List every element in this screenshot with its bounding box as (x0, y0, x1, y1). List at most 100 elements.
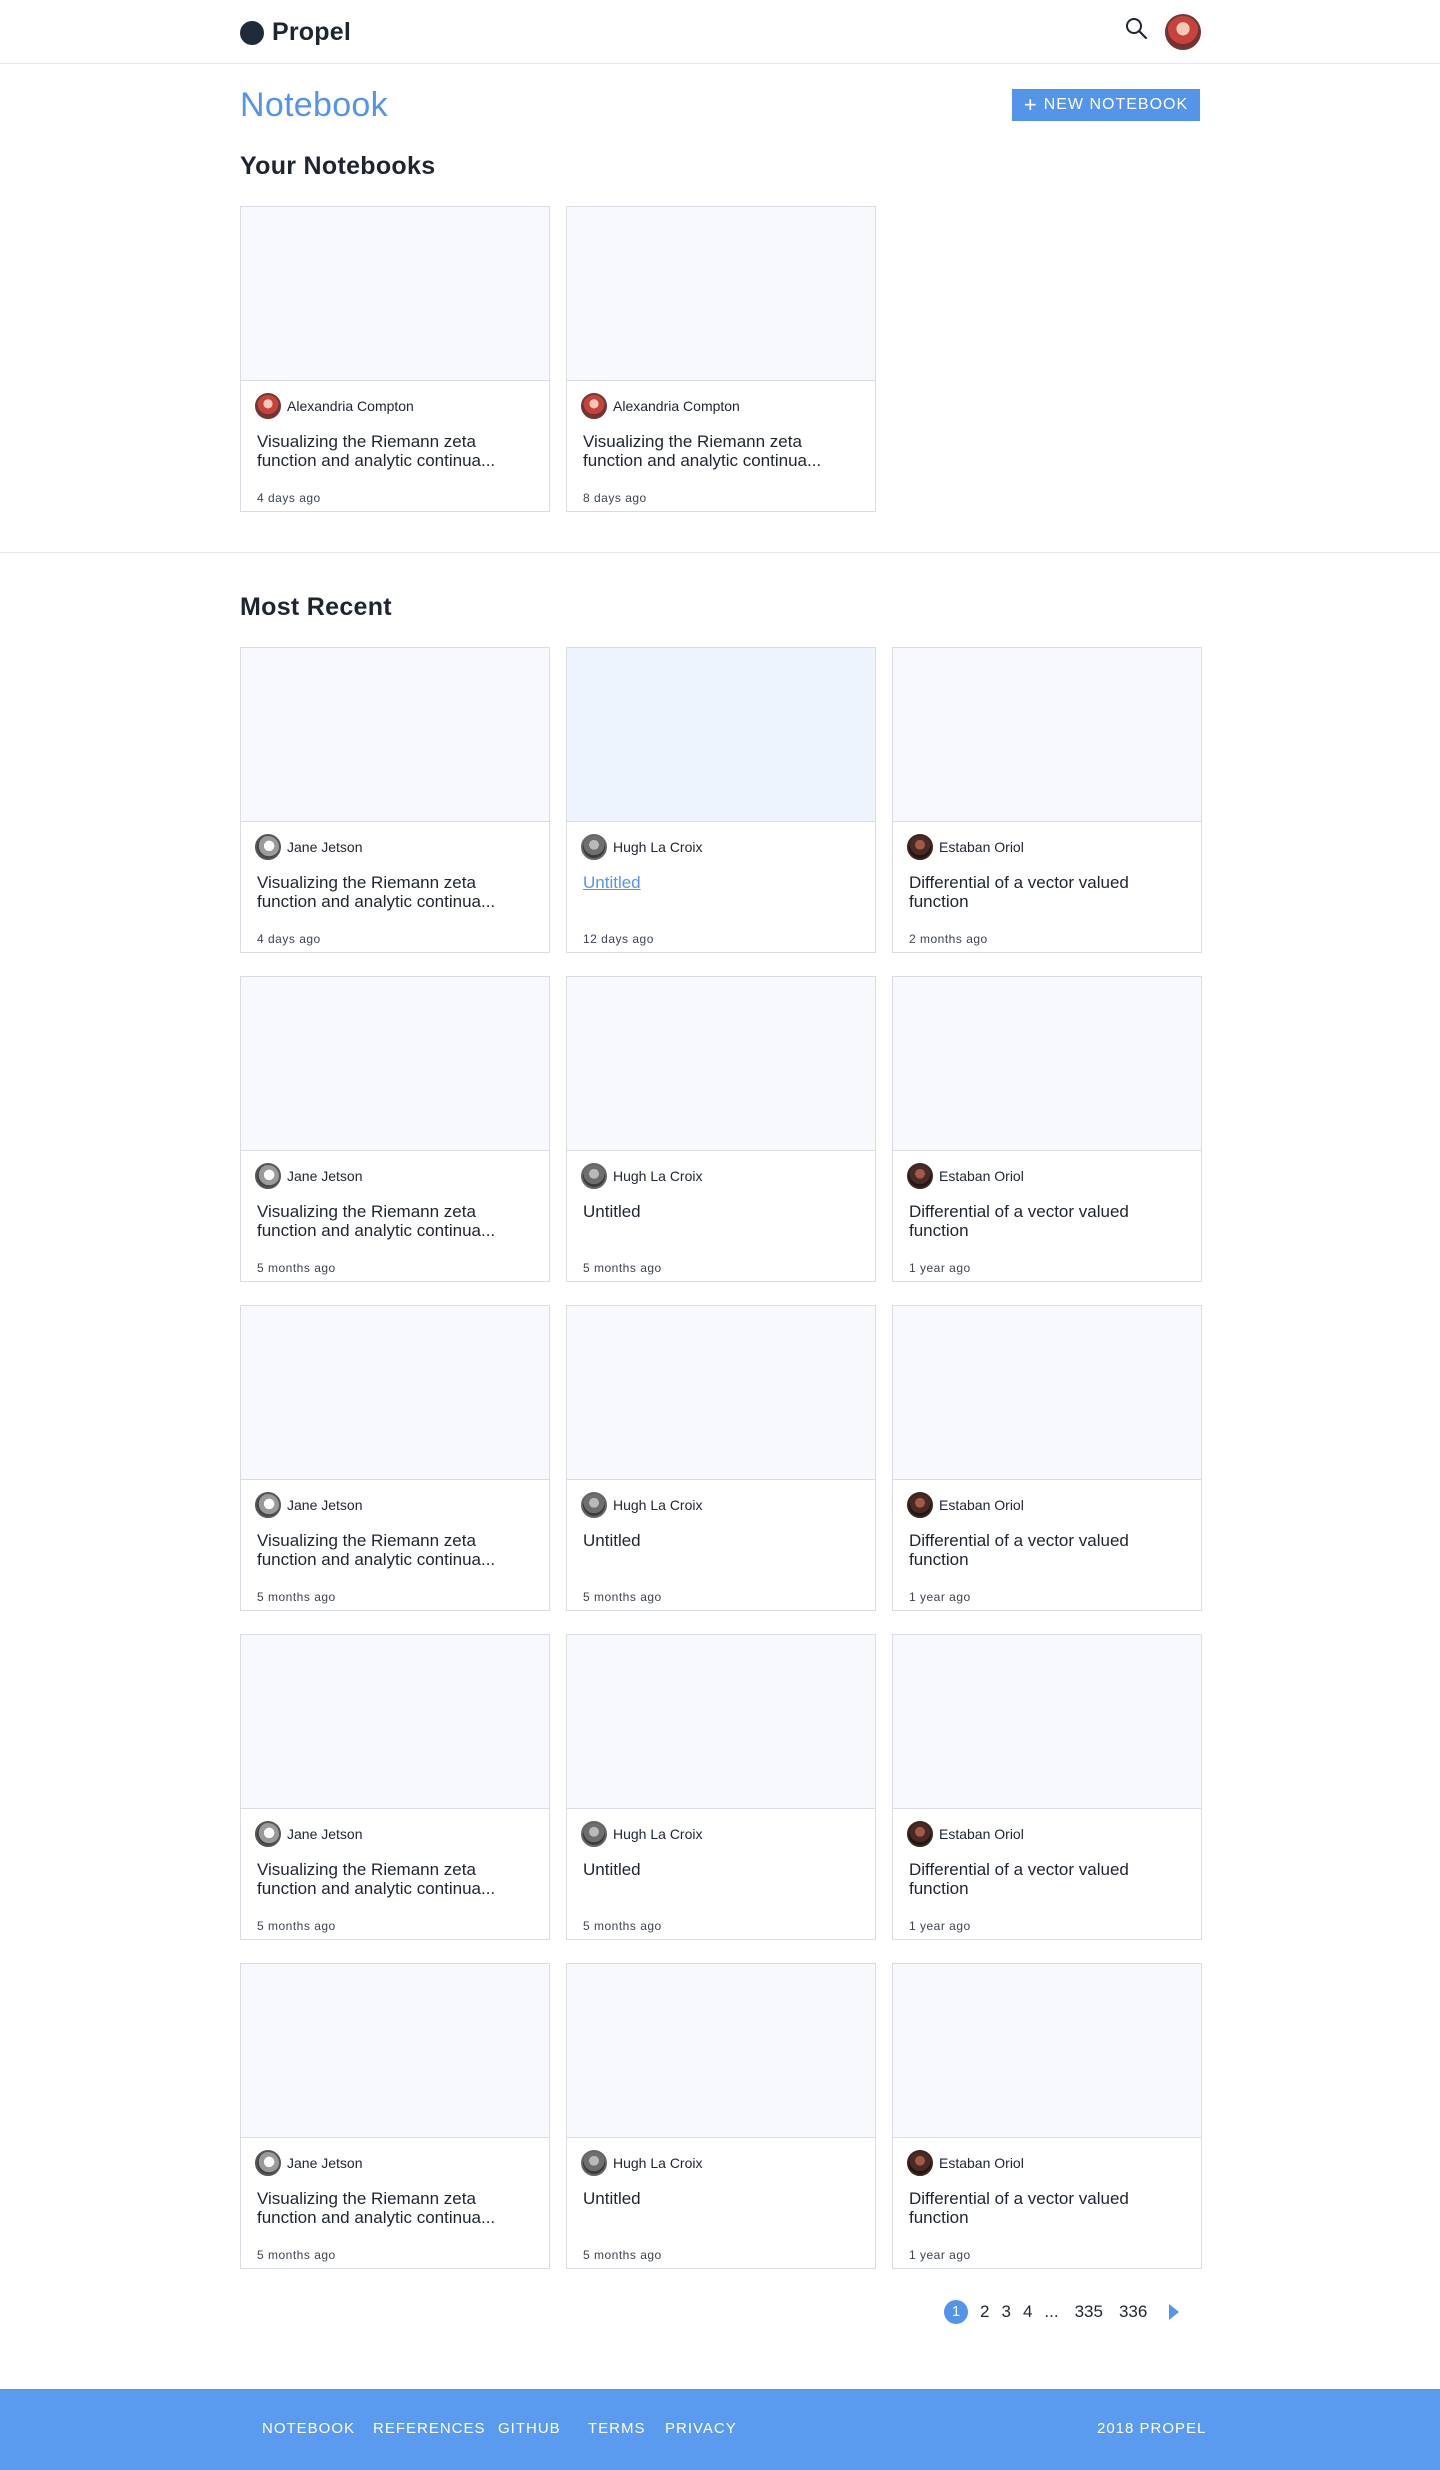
notebook-timestamp: 12 days ago (583, 932, 654, 946)
notebook-card[interactable]: Jane Jetson Visualizing the Riemann zeta … (240, 976, 550, 1282)
notebook-title[interactable]: Differential of a vector valued function (909, 1860, 1179, 1898)
card-author[interactable]: Estaban Oriol (907, 1821, 1024, 1847)
notebook-card[interactable]: Alexandria Compton Visualizing the Rieman… (566, 206, 876, 512)
card-author[interactable]: Estaban Oriol (907, 2150, 1024, 2176)
page-link-2[interactable]: 2 (980, 2302, 989, 2322)
notebook-title[interactable]: Differential of a vector valued function (909, 873, 1179, 911)
brand-name: Propel (272, 18, 351, 46)
author-name: Jane Jetson (287, 839, 363, 855)
search-icon[interactable] (1124, 16, 1150, 42)
notebook-card[interactable]: Jane Jetson Visualizing the Riemann zeta … (240, 1305, 550, 1611)
notebook-card[interactable]: Hugh La Croix Untitled 5 months ago (566, 976, 876, 1282)
notebook-title[interactable]: Visualizing the Riemann zeta function an… (257, 2189, 527, 2227)
card-author[interactable]: Jane Jetson (255, 1492, 363, 1518)
author-avatar (581, 1163, 607, 1189)
notebook-title[interactable]: Untitled (583, 1202, 853, 1221)
page-link-4[interactable]: 4 (1023, 2302, 1032, 2322)
card-author[interactable]: Jane Jetson (255, 1163, 363, 1189)
author-avatar (255, 834, 281, 860)
notebook-thumbnail (567, 1306, 875, 1480)
notebook-title[interactable]: Differential of a vector valued function (909, 1531, 1179, 1569)
notebook-card[interactable]: Alexandria Compton Visualizing the Rieman… (240, 206, 550, 512)
notebook-title[interactable]: Untitled (583, 1860, 853, 1879)
page-link-335[interactable]: 335 (1075, 2302, 1103, 2322)
notebook-title[interactable]: Untitled (583, 873, 853, 892)
page-link-336[interactable]: 336 (1119, 2302, 1147, 2322)
card-author[interactable]: Estaban Oriol (907, 1163, 1024, 1189)
author-name: Hugh La Croix (613, 1168, 703, 1184)
author-avatar (255, 1821, 281, 1847)
notebook-title[interactable]: Visualizing the Riemann zeta function an… (257, 432, 527, 470)
notebook-title[interactable]: Visualizing the Riemann zeta function an… (583, 432, 853, 470)
notebook-timestamp: 5 months ago (257, 1919, 336, 1933)
footer-link-privacy[interactable]: PRIVACY (665, 2420, 737, 2437)
footer-link-notebook[interactable]: NOTEBOOK (262, 2420, 355, 2437)
chevron-right-icon[interactable] (1169, 2304, 1180, 2320)
card-author[interactable]: Alexandria Compton (255, 393, 414, 419)
notebook-timestamp: 4 days ago (257, 932, 321, 946)
new-notebook-label: NEW NOTEBOOK (1043, 96, 1189, 113)
author-avatar (581, 2150, 607, 2176)
card-author[interactable]: Hugh La Croix (581, 1821, 703, 1847)
author-name: Jane Jetson (287, 1826, 363, 1842)
notebook-card[interactable]: Estaban Oriol Differential of a vector va… (892, 1963, 1202, 2269)
card-author[interactable]: Estaban Oriol (907, 834, 1024, 860)
footer-link-terms[interactable]: TERMS (588, 2420, 646, 2437)
card-author[interactable]: Hugh La Croix (581, 1163, 703, 1189)
footer-link-github[interactable]: GITHUB (498, 2420, 561, 2437)
page-title: Notebook (240, 86, 388, 124)
notebook-card[interactable]: Jane Jetson Visualizing the Riemann zeta … (240, 1963, 550, 2269)
author-name: Estaban Oriol (939, 1826, 1024, 1842)
notebook-title[interactable]: Differential of a vector valued function (909, 1202, 1179, 1240)
notebook-card[interactable]: Hugh La Croix Untitled 12 days ago (566, 647, 876, 953)
notebook-card[interactable]: Hugh La Croix Untitled 5 months ago (566, 1963, 876, 2269)
notebook-title[interactable]: Visualizing the Riemann zeta function an… (257, 1202, 527, 1240)
notebook-timestamp: 5 months ago (583, 1261, 662, 1275)
card-author[interactable]: Alexandria Compton (581, 393, 740, 419)
notebook-title[interactable]: Visualizing the Riemann zeta function an… (257, 1860, 527, 1898)
author-name: Alexandria Compton (613, 398, 740, 414)
card-author[interactable]: Hugh La Croix (581, 834, 703, 860)
page-link-1[interactable]: 1 (944, 2300, 968, 2324)
user-avatar[interactable] (1165, 14, 1201, 50)
notebook-card[interactable]: Jane Jetson Visualizing the Riemann zeta … (240, 647, 550, 953)
card-author[interactable]: Hugh La Croix (581, 2150, 703, 2176)
notebook-timestamp: 5 months ago (257, 1590, 336, 1604)
notebook-card[interactable]: Estaban Oriol Differential of a vector va… (892, 1305, 1202, 1611)
notebook-thumbnail (893, 1306, 1201, 1480)
footer-link-references[interactable]: REFERENCES (373, 2420, 486, 2437)
card-author[interactable]: Jane Jetson (255, 834, 363, 860)
card-author[interactable]: Estaban Oriol (907, 1492, 1024, 1518)
new-notebook-button[interactable]: + NEW NOTEBOOK (1012, 89, 1200, 121)
notebook-thumbnail (893, 977, 1201, 1151)
notebook-title[interactable]: Untitled (583, 2189, 853, 2208)
card-author[interactable]: Jane Jetson (255, 2150, 363, 2176)
notebook-card[interactable]: Jane Jetson Visualizing the Riemann zeta … (240, 1634, 550, 1940)
brand-logo[interactable]: Propel (240, 18, 351, 47)
page-link-3[interactable]: 3 (1001, 2302, 1010, 2322)
pagination: 1 2 3 4... 335 336 (944, 2298, 1180, 2326)
author-name: Alexandria Compton (287, 398, 414, 414)
notebook-card[interactable]: Hugh La Croix Untitled 5 months ago (566, 1634, 876, 1940)
card-author[interactable]: Hugh La Croix (581, 1492, 703, 1518)
most-recent-heading: Most Recent (240, 593, 392, 621)
notebook-title[interactable]: Differential of a vector valued function (909, 2189, 1179, 2227)
section-divider (0, 552, 1440, 553)
notebook-timestamp: 5 months ago (583, 1919, 662, 1933)
author-name: Hugh La Croix (613, 1826, 703, 1842)
notebook-timestamp: 5 months ago (583, 1590, 662, 1604)
notebook-title[interactable]: Visualizing the Riemann zeta function an… (257, 1531, 527, 1569)
notebook-card[interactable]: Estaban Oriol Differential of a vector va… (892, 976, 1202, 1282)
notebook-card[interactable]: Estaban Oriol Differential of a vector va… (892, 1634, 1202, 1940)
author-avatar (907, 2150, 933, 2176)
card-author[interactable]: Jane Jetson (255, 1821, 363, 1847)
page-ellipsis: ... (1044, 2302, 1059, 2321)
notebook-title[interactable]: Untitled (583, 1531, 853, 1550)
author-avatar (255, 393, 281, 419)
notebook-card[interactable]: Estaban Oriol Differential of a vector va… (892, 647, 1202, 953)
notebook-title[interactable]: Visualizing the Riemann zeta function an… (257, 873, 527, 911)
footer-copyright: 2018 PROPEL (1097, 2420, 1207, 2437)
notebook-card[interactable]: Hugh La Croix Untitled 5 months ago (566, 1305, 876, 1611)
author-avatar (907, 1821, 933, 1847)
author-name: Jane Jetson (287, 2155, 363, 2171)
